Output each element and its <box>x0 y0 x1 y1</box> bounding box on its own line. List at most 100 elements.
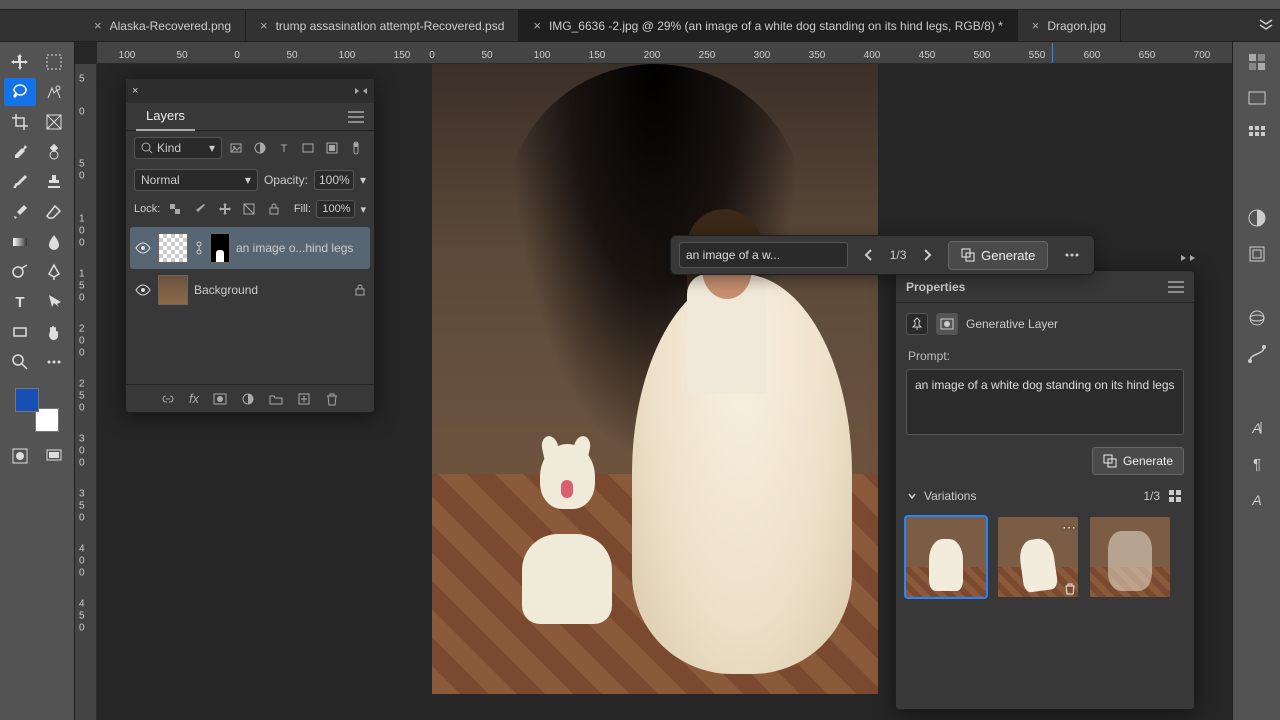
generate-button[interactable]: Generate <box>1092 447 1184 475</box>
prev-variation[interactable] <box>858 244 880 266</box>
tab-alaska[interactable]: ×Alaska-Recovered.png <box>80 10 246 41</box>
quick-select-tool[interactable] <box>38 78 70 106</box>
layer-name[interactable]: an image o...hind legs <box>236 241 353 255</box>
prompt-input[interactable] <box>679 242 848 268</box>
character-panel-icon[interactable]: A <box>1242 414 1272 442</box>
stamp-tool[interactable] <box>38 168 70 196</box>
blend-mode-select[interactable]: Normal▾ <box>134 169 258 191</box>
generate-button[interactable]: Generate <box>948 241 1048 270</box>
lock-icon[interactable] <box>354 283 366 297</box>
layer-row[interactable]: Background <box>130 269 370 311</box>
filter-pixel-icon[interactable] <box>226 138 246 158</box>
collapse-icon[interactable] <box>354 86 368 96</box>
mask-thumbnail[interactable] <box>210 233 230 263</box>
pin-icon[interactable] <box>906 313 928 335</box>
tab-dragon[interactable]: ×Dragon.jpg <box>1018 10 1121 41</box>
filter-shape-icon[interactable] <box>298 138 318 158</box>
ruler-vertical[interactable]: 5050100150200250300350400450 <box>75 64 97 720</box>
lock-pixels-icon[interactable] <box>190 199 210 219</box>
prompt-textarea[interactable]: an image of a white dog standing on its … <box>906 369 1184 435</box>
tabs-overflow[interactable] <box>1258 16 1274 32</box>
close-icon[interactable]: × <box>132 85 138 97</box>
tab-trump[interactable]: ×trump assasination attempt-Recovered.ps… <box>246 10 519 41</box>
mask-view-icon[interactable] <box>936 313 958 335</box>
visibility-icon[interactable] <box>134 239 152 257</box>
close-icon[interactable]: × <box>1032 18 1040 33</box>
brush-tool[interactable] <box>4 168 36 196</box>
color-swatches[interactable] <box>15 388 59 432</box>
visibility-icon[interactable] <box>134 281 152 299</box>
variation-thumb-3[interactable] <box>1090 517 1170 597</box>
close-icon[interactable]: × <box>533 18 541 33</box>
layers-tab[interactable]: Layers <box>136 102 195 131</box>
fill-value[interactable]: 100% <box>316 200 356 218</box>
layer-thumbnail[interactable] <box>158 233 188 263</box>
trash-icon[interactable] <box>1064 583 1076 595</box>
link-layers-icon[interactable] <box>161 392 175 406</box>
ruler-horizontal[interactable]: 1005005010015005010015020025030035040045… <box>97 42 1232 64</box>
properties-header[interactable]: Properties <box>896 271 1194 303</box>
chevron-down-icon[interactable] <box>906 490 918 502</box>
layer-name[interactable]: Background <box>194 283 258 297</box>
eyedropper-tool[interactable] <box>4 138 36 166</box>
close-icon[interactable]: × <box>260 18 268 33</box>
type-tool[interactable]: T <box>4 288 36 316</box>
paragraph-panel-icon[interactable]: ¶ <box>1242 450 1272 478</box>
lock-position-icon[interactable] <box>215 199 235 219</box>
color-panel-icon[interactable] <box>1242 48 1272 76</box>
variation-thumb-1[interactable] <box>906 517 986 597</box>
grid-view-icon[interactable] <box>1166 487 1184 505</box>
panel-menu-icon[interactable] <box>1168 281 1184 293</box>
healing-tool[interactable] <box>38 138 70 166</box>
layer-row[interactable]: an image o...hind legs <box>130 227 370 269</box>
mask-icon[interactable] <box>213 392 227 406</box>
lasso-tool[interactable] <box>4 78 36 106</box>
hand-tool[interactable] <box>38 318 70 346</box>
filter-type-icon[interactable]: T <box>274 138 294 158</box>
opacity-value[interactable]: 100% <box>314 170 354 190</box>
new-layer-icon[interactable] <box>297 392 311 406</box>
filter-toggle[interactable] <box>346 138 366 158</box>
gradients-panel-icon[interactable] <box>1242 120 1272 148</box>
panel-menu-icon[interactable] <box>348 111 364 123</box>
3d-panel-icon[interactable] <box>1242 304 1272 332</box>
libraries-panel-icon[interactable] <box>1242 240 1272 268</box>
layer-thumbnail[interactable] <box>158 275 188 305</box>
pen-tool[interactable] <box>38 258 70 286</box>
more-options[interactable] <box>1058 241 1086 269</box>
filter-adjustment-icon[interactable] <box>250 138 270 158</box>
history-brush-tool[interactable] <box>4 198 36 226</box>
filter-kind-select[interactable]: Kind▾ <box>134 137 222 159</box>
lock-artboard-icon[interactable] <box>239 199 259 219</box>
lock-transparency-icon[interactable] <box>165 199 185 219</box>
fx-icon[interactable]: fx <box>189 391 199 406</box>
eraser-tool[interactable] <box>38 198 70 226</box>
tab-img6636[interactable]: ×IMG_6636 -2.jpg @ 29% (an image of a wh… <box>519 10 1017 41</box>
close-icon[interactable]: × <box>94 18 102 33</box>
crop-tool[interactable] <box>4 108 36 136</box>
panel-header[interactable]: × <box>126 79 374 103</box>
edit-toolbar[interactable] <box>38 348 70 376</box>
paths-panel-icon[interactable] <box>1242 340 1272 368</box>
zoom-tool[interactable] <box>4 348 36 376</box>
quick-mask-tool[interactable] <box>4 442 36 470</box>
variation-thumb-2[interactable]: ⋯ <box>998 517 1078 597</box>
marquee-tool[interactable] <box>38 48 70 76</box>
blur-tool[interactable] <box>38 228 70 256</box>
foreground-color[interactable] <box>15 388 39 412</box>
lock-all-icon[interactable] <box>264 199 284 219</box>
more-icon[interactable]: ⋯ <box>1062 519 1076 536</box>
frame-tool[interactable] <box>38 108 70 136</box>
screen-mode-tool[interactable] <box>38 442 70 470</box>
group-icon[interactable] <box>269 392 283 406</box>
glyphs-panel-icon[interactable]: A <box>1242 486 1272 514</box>
filter-smart-icon[interactable] <box>322 138 342 158</box>
collapse-panels-icon[interactable] <box>1180 252 1196 264</box>
move-tool[interactable] <box>4 48 36 76</box>
trash-icon[interactable] <box>325 392 339 406</box>
path-select-tool[interactable] <box>38 288 70 316</box>
adjustments-panel-icon[interactable] <box>1242 204 1272 232</box>
dodge-tool[interactable] <box>4 258 36 286</box>
shape-tool[interactable] <box>4 318 36 346</box>
gradient-tool[interactable] <box>4 228 36 256</box>
